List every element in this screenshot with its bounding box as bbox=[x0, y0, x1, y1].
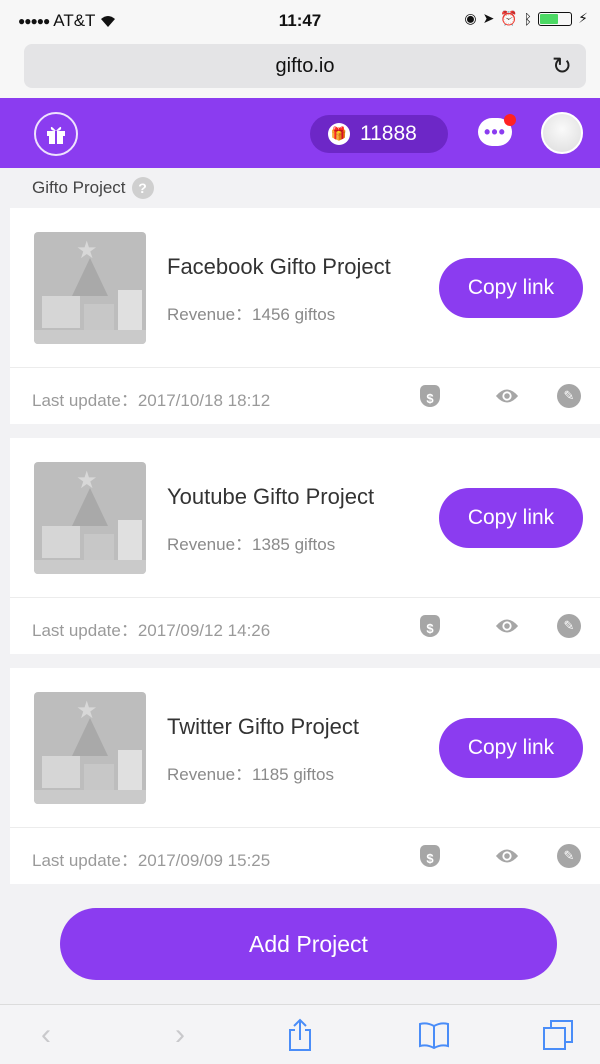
last-update: Last update：2017/10/18 18:12 bbox=[32, 391, 271, 410]
tree-shape bbox=[72, 488, 108, 526]
project-thumbnail: ★ bbox=[34, 692, 146, 804]
divider bbox=[10, 597, 600, 598]
floor-shape bbox=[34, 790, 146, 804]
charging-icon: ⚡ bbox=[578, 10, 588, 26]
coin-icon: 🎁 bbox=[328, 123, 350, 145]
project-revenue: Revenue：1185 giftos bbox=[167, 765, 334, 784]
coin-balance[interactable]: 🎁 11888 bbox=[310, 115, 448, 153]
project-title: Youtube Gifto Project bbox=[167, 484, 375, 509]
divider bbox=[10, 827, 600, 828]
coin-balance-value: 11888 bbox=[360, 122, 417, 145]
project-revenue: Revenue：1456 giftos bbox=[167, 305, 336, 324]
gift-icon[interactable] bbox=[34, 112, 78, 156]
project-thumbnail: ★ bbox=[34, 462, 146, 574]
moneybag-icon[interactable]: $ bbox=[418, 844, 442, 868]
pencil-icon[interactable]: ✎ bbox=[557, 844, 581, 868]
share-icon[interactable] bbox=[280, 1017, 320, 1053]
notification-dot bbox=[504, 114, 516, 126]
gift-glyph bbox=[47, 126, 65, 144]
project-card: ★ Twitter Gifto Project Revenue：1185 gif… bbox=[10, 668, 600, 884]
forward-icon[interactable]: › bbox=[160, 1017, 200, 1053]
browser-chrome: gifto.io ↻ bbox=[0, 40, 600, 98]
bluetooth-icon: ᛒ bbox=[523, 10, 533, 27]
help-icon[interactable]: ? bbox=[131, 177, 154, 199]
gift-box-shape bbox=[42, 526, 80, 558]
battery-icon bbox=[538, 11, 573, 26]
eye-icon[interactable] bbox=[495, 384, 519, 408]
browser-toolbar: ‹ › bbox=[0, 1004, 600, 1064]
eye-icon[interactable] bbox=[495, 614, 519, 638]
page-title: Gifto Project bbox=[32, 178, 126, 197]
gift-box-shape bbox=[42, 296, 80, 328]
copy-link-button[interactable]: Copy link bbox=[439, 718, 583, 778]
project-revenue: Revenue：1385 giftos bbox=[167, 535, 336, 554]
tree-shape bbox=[72, 718, 108, 756]
pencil-icon[interactable]: ✎ bbox=[557, 384, 581, 408]
eye-icon[interactable] bbox=[495, 844, 519, 868]
last-update: Last update：2017/09/09 15:25 bbox=[32, 851, 271, 870]
status-bar: ●●●●● AT&T 11:47 ◉ ➤ ⏰ ᛒ ⚡ bbox=[0, 0, 600, 40]
project-title: Facebook Gifto Project bbox=[167, 254, 391, 279]
project-title: Twitter Gifto Project bbox=[167, 714, 359, 739]
pencil-icon[interactable]: ✎ bbox=[557, 614, 581, 638]
gift-box-shape bbox=[42, 756, 80, 788]
reload-icon[interactable]: ↻ bbox=[552, 52, 572, 81]
floor-shape bbox=[34, 330, 146, 344]
avatar[interactable] bbox=[541, 112, 583, 154]
back-icon[interactable]: ‹ bbox=[26, 1017, 66, 1053]
location-icon: ➤ bbox=[482, 10, 495, 26]
bookmarks-icon[interactable] bbox=[414, 1017, 454, 1053]
lock-rotation-icon: ◉ bbox=[464, 10, 477, 26]
copy-link-button[interactable]: Copy link bbox=[439, 258, 583, 318]
tabs-icon[interactable] bbox=[538, 1017, 578, 1053]
tree-shape bbox=[72, 258, 108, 296]
app-header: 🎁 11888 ••• bbox=[0, 98, 600, 168]
moneybag-icon[interactable]: $ bbox=[418, 614, 442, 638]
last-update: Last update：2017/09/12 14:26 bbox=[32, 621, 271, 640]
status-icons: ◉ ➤ ⏰ ᛒ ⚡ bbox=[464, 10, 588, 27]
project-card: ★ Facebook Gifto Project Revenue：1456 gi… bbox=[10, 208, 600, 424]
address-bar[interactable]: gifto.io ↻ bbox=[24, 44, 586, 88]
divider bbox=[10, 367, 600, 368]
project-thumbnail: ★ bbox=[34, 232, 146, 344]
breadcrumb: Gifto Project ? bbox=[0, 168, 600, 208]
add-project-button[interactable]: Add Project bbox=[60, 908, 557, 980]
url-text[interactable]: gifto.io bbox=[24, 55, 586, 78]
alarm-icon: ⏰ bbox=[500, 10, 518, 26]
moneybag-icon[interactable]: $ bbox=[418, 384, 442, 408]
project-card: ★ Youtube Gifto Project Revenue：1385 gif… bbox=[10, 438, 600, 654]
floor-shape bbox=[34, 560, 146, 574]
copy-link-button[interactable]: Copy link bbox=[439, 488, 583, 548]
